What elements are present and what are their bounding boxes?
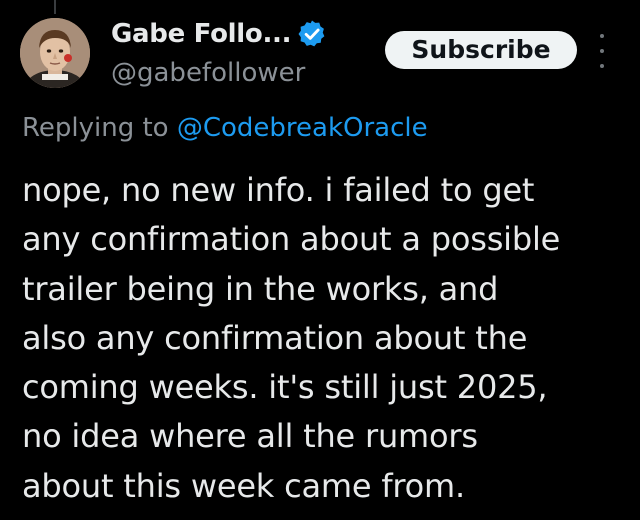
tweet-text-line: coming weeks. it's still just 2025, bbox=[22, 368, 548, 407]
more-dot bbox=[600, 49, 604, 53]
reply-prefix: Replying to bbox=[22, 113, 169, 143]
verified-badge-icon bbox=[298, 20, 325, 47]
more-dot bbox=[600, 34, 604, 38]
subscribe-button[interactable]: Subscribe bbox=[385, 31, 577, 69]
author-display-name[interactable]: Gabe Follo... bbox=[111, 19, 291, 49]
thread-connector-line bbox=[54, 0, 56, 14]
tweet-text-line: nope, no new info. i failed to get bbox=[22, 171, 535, 209]
tweet-text-line: any confirmation about a possible bbox=[22, 220, 561, 259]
more-options-icon[interactable] bbox=[595, 34, 609, 68]
tweet-text-line: trailer being in the works, and bbox=[22, 269, 499, 308]
tweet-text-line: no idea where all the rumors bbox=[22, 417, 478, 456]
reply-mention-link[interactable]: @CodebreakOracle bbox=[177, 113, 428, 143]
author-handle[interactable]: @gabefollower bbox=[111, 58, 305, 88]
profile-avatar-icon bbox=[20, 18, 90, 88]
tweet-text-line: also any confirmation about the bbox=[22, 318, 528, 357]
reply-context: Replying to @CodebreakOracle bbox=[22, 113, 428, 143]
tweet-text-line: about this week came from. bbox=[22, 466, 465, 505]
avatar[interactable] bbox=[20, 18, 90, 88]
tweet-text: nope, no new info. i failed to get any c… bbox=[22, 166, 627, 511]
author-name-row: Gabe Follo... bbox=[111, 16, 327, 52]
more-dot bbox=[600, 64, 604, 68]
